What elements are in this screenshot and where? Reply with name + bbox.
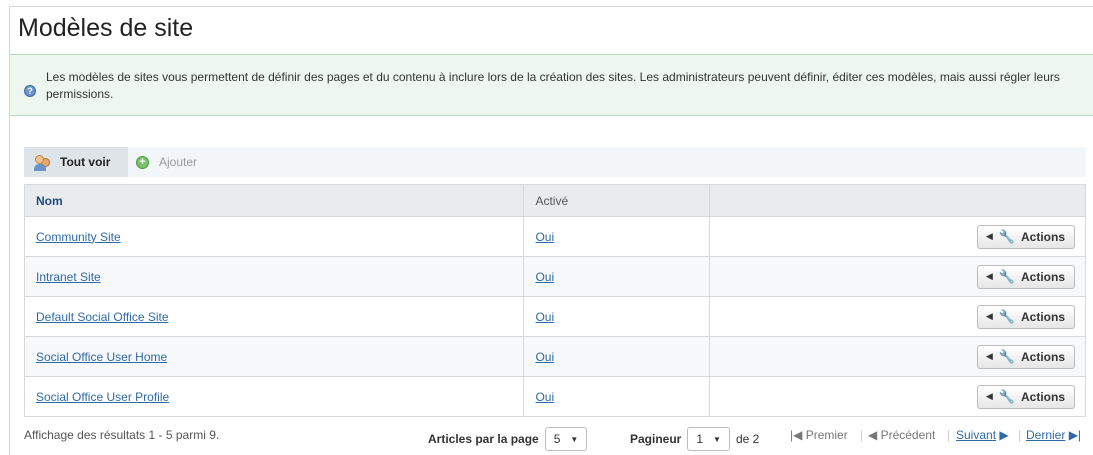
- table-header-row: Nom Activé: [23, 184, 1086, 217]
- last-page-icon: ▶|: [1068, 428, 1082, 442]
- last-page-button[interactable]: Dernier ▶|: [1026, 428, 1081, 442]
- actions-button[interactable]: ◀ 🔧 Actions: [976, 344, 1075, 369]
- last-page-label[interactable]: Dernier: [1026, 428, 1065, 442]
- caret-left-icon: ◀: [985, 231, 993, 241]
- table-row: Community Site Oui ◀ 🔧 Actions: [23, 216, 1086, 257]
- caret-left-icon: ◀: [985, 271, 993, 281]
- actions-button[interactable]: ◀ 🔧 Actions: [976, 264, 1075, 289]
- first-page-button[interactable]: |◀ Premier: [790, 428, 848, 442]
- wrench-icon: 🔧: [998, 308, 1015, 324]
- first-page-icon: |◀: [790, 428, 803, 442]
- previous-page-label: Précédent: [880, 428, 936, 442]
- template-name-link[interactable]: Social Office User Profile: [36, 390, 169, 404]
- caret-left-icon: ◀: [985, 351, 993, 361]
- users-icon: [34, 153, 52, 171]
- wrench-icon: 🔧: [998, 348, 1015, 364]
- per-page-select[interactable]: 5 ▼: [544, 427, 588, 451]
- add-label: Ajouter: [159, 155, 198, 169]
- template-name-link[interactable]: Default Social Office Site: [36, 310, 169, 324]
- column-header-name[interactable]: Nom: [23, 184, 525, 217]
- caret-left-icon: ◀: [985, 311, 993, 321]
- pager-divider: |: [1018, 428, 1022, 442]
- info-icon: ?: [24, 85, 36, 97]
- table-row: Intranet Site Oui ◀ 🔧 Actions: [23, 256, 1086, 297]
- table-row: Default Social Office Site Oui ◀ 🔧 Actions: [23, 296, 1086, 337]
- pager-divider: |: [860, 428, 864, 442]
- wrench-icon: 🔧: [998, 228, 1015, 244]
- actions-button[interactable]: ◀ 🔧 Actions: [976, 304, 1075, 329]
- per-page-label: Articles par la page: [428, 432, 539, 446]
- actions-label: Actions: [1020, 389, 1065, 404]
- actions-label: Actions: [1020, 269, 1065, 284]
- toolbar: Tout voir + Ajouter: [24, 147, 1086, 177]
- page-title: Modèles de site: [18, 14, 194, 42]
- template-active-link[interactable]: Oui: [535, 350, 554, 364]
- first-page-label: Premier: [805, 428, 848, 442]
- page-value: 1: [696, 432, 704, 446]
- view-all-label: Tout voir: [60, 155, 111, 169]
- info-message: ? Les modèles de sites vous permettent d…: [10, 54, 1093, 116]
- per-page-value: 5: [553, 432, 561, 446]
- template-name-link[interactable]: Community Site: [36, 230, 121, 244]
- add-button[interactable]: + Ajouter: [136, 147, 197, 177]
- next-page-label[interactable]: Suivant: [956, 428, 996, 442]
- per-page-control: Articles par la page 5 ▼: [428, 426, 593, 452]
- page-select[interactable]: 1 ▼: [687, 427, 730, 451]
- plus-icon: +: [136, 155, 149, 169]
- site-templates-table: Nom Activé Community Site Oui ◀ 🔧 Actions …: [23, 184, 1086, 417]
- table-row: Social Office User Profile Oui ◀ 🔧 Actions: [23, 376, 1086, 417]
- info-text: Les modèles de sites vous permettent de …: [46, 70, 1060, 101]
- column-header-active[interactable]: Activé: [523, 184, 711, 217]
- pager-divider: |: [947, 428, 951, 442]
- template-name-link[interactable]: Intranet Site: [36, 270, 101, 284]
- table-row: Social Office User Home Oui ◀ 🔧 Actions: [23, 336, 1086, 377]
- next-page-icon: ▶: [999, 428, 1009, 442]
- caret-left-icon: ◀: [985, 391, 993, 401]
- next-page-button[interactable]: Suivant ▶: [956, 428, 1009, 442]
- template-active-link[interactable]: Oui: [535, 310, 554, 324]
- actions-button[interactable]: ◀ 🔧 Actions: [976, 224, 1075, 249]
- template-active-link[interactable]: Oui: [535, 270, 554, 284]
- template-name-link[interactable]: Social Office User Home: [36, 350, 167, 364]
- chevron-down-icon: ▼: [713, 434, 721, 444]
- actions-label: Actions: [1020, 349, 1065, 364]
- chevron-down-icon: ▼: [570, 434, 579, 444]
- page-control: Pagineur 1 ▼ de 2: [630, 426, 759, 452]
- pager-label: Pagineur: [630, 432, 682, 446]
- template-active-link[interactable]: Oui: [535, 230, 554, 244]
- column-header-actions: [709, 184, 1086, 217]
- results-summary: Affichage des résultats 1 - 5 parmi 9.: [24, 428, 220, 442]
- page-total: de 2: [735, 432, 760, 446]
- actions-button[interactable]: ◀ 🔧 Actions: [976, 384, 1075, 409]
- view-all-button[interactable]: Tout voir: [24, 147, 128, 177]
- actions-label: Actions: [1020, 309, 1065, 324]
- wrench-icon: 🔧: [998, 268, 1015, 284]
- template-active-link[interactable]: Oui: [535, 390, 554, 404]
- previous-page-button[interactable]: ◀ Précédent: [868, 428, 935, 442]
- previous-page-icon: ◀: [868, 428, 878, 442]
- wrench-icon: 🔧: [998, 388, 1015, 404]
- actions-label: Actions: [1020, 229, 1065, 244]
